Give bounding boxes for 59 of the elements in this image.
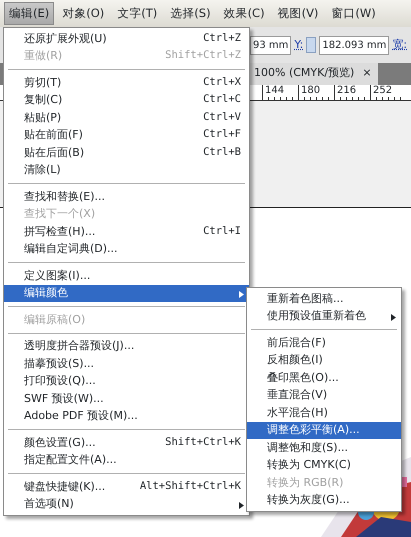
menu-item[interactable]: 编辑自定词典(D)...: [4, 240, 249, 258]
menu-item[interactable]: 还原扩展外观(U) Ctrl+Z: [4, 30, 249, 48]
menu-item[interactable]: 打印预设(Q)...: [4, 372, 249, 390]
shortcut-text: Ctrl+Z: [203, 30, 241, 46]
menu-bar-item[interactable]: 对象(O): [57, 2, 110, 25]
menu-item[interactable]: 水平混合(H): [247, 404, 401, 422]
menu-item[interactable]: 清除(L): [4, 162, 249, 179]
menu-bar-item[interactable]: 选择(S): [165, 2, 216, 25]
shortcut-text: Ctrl+I: [203, 224, 241, 239]
menu-item[interactable]: 转换为灰度(G)...: [247, 492, 401, 509]
menu-item[interactable]: 重新着色图稿...: [247, 290, 401, 308]
menu-bar-item[interactable]: 视图(V): [272, 2, 324, 25]
menu-item[interactable]: 查找和替换(E)...: [4, 188, 249, 206]
menu-item[interactable]: 颜色设置(G)... Shift+Ctrl+K: [4, 434, 249, 452]
menu-item[interactable]: 调整饱和度(S)...: [247, 439, 401, 456]
shortcut-text: Ctrl+F: [203, 127, 241, 142]
menu-item[interactable]: 贴在后面(B) Ctrl+B: [4, 144, 249, 162]
spinner-icon[interactable]: [306, 37, 316, 53]
menu-bar-item[interactable]: 窗口(W): [326, 2, 381, 25]
menu-item[interactable]: 粘贴(P) Ctrl+V: [4, 109, 249, 126]
menu-bar-item[interactable]: 文字(T): [112, 2, 162, 25]
document-tab[interactable]: 100% (CMYK/预览) ×: [248, 63, 378, 85]
menu-item[interactable]: 垂直混合(V): [247, 386, 401, 404]
menu-item[interactable]: 编辑颜色: [4, 284, 249, 302]
menu-item[interactable]: SWF 预设(W)...: [4, 390, 249, 408]
shortcut-text: Ctrl+V: [203, 110, 241, 125]
menu-item[interactable]: 叠印黑色(O)...: [247, 369, 401, 386]
menu-item[interactable]: 复制(C) Ctrl+C: [4, 92, 249, 109]
menu-item[interactable]: 指定配置文件(A)...: [4, 452, 249, 469]
shortcut-text: Shift+Ctrl+K: [165, 434, 241, 450]
shortcut-text: Alt+Shift+Ctrl+K: [140, 478, 241, 494]
menu-item[interactable]: 反相颜色(I): [247, 352, 401, 369]
y-field[interactable]: 182.093 mm: [319, 36, 390, 54]
shortcut-text: Ctrl+B: [203, 144, 241, 160]
submenu-arrow-icon: [391, 314, 396, 320]
menu-item[interactable]: 首选项(N): [4, 496, 249, 513]
menu-item[interactable]: 拼写检查(H)... Ctrl+I: [4, 223, 249, 240]
menu-bar-item[interactable]: 编辑(E): [4, 2, 54, 25]
menu-item[interactable]: 贴在前面(F) Ctrl+F: [4, 126, 249, 144]
width-label: 宽:: [392, 36, 408, 53]
menu-item[interactable]: 转换为 CMYK(C): [247, 456, 401, 474]
menu-item[interactable]: 透明度拼合器预设(J)...: [4, 338, 249, 355]
shortcut-text: Ctrl+C: [203, 92, 241, 108]
shortcut-text: Shift+Ctrl+Z: [165, 48, 241, 64]
x-field[interactable]: 93 mm: [250, 36, 292, 54]
menu-item[interactable]: 使用预设值重新着色: [247, 308, 401, 325]
shortcut-text: Ctrl+X: [203, 74, 241, 90]
y-label: Y:: [294, 36, 304, 53]
submenu-arrow-icon: [239, 502, 244, 508]
menu-item[interactable]: 键盘快捷键(K)... Alt+Shift+Ctrl+K: [4, 478, 249, 496]
close-button[interactable]: ×: [362, 65, 372, 83]
submenu-arrow-icon: [239, 290, 244, 298]
menu-item[interactable]: 前后混合(F): [247, 334, 401, 352]
menu-item[interactable]: 描摹预设(S)...: [4, 355, 249, 372]
menu-item[interactable]: Adobe PDF 预设(M)...: [4, 408, 249, 425]
menu-bar-item[interactable]: 效果(C): [218, 2, 270, 25]
menu-item[interactable]: 调整色彩平衡(A)...: [247, 422, 401, 439]
menu-item[interactable]: 剪切(T) Ctrl+X: [4, 74, 249, 92]
menu-item[interactable]: 定义图案(I)...: [4, 267, 249, 284]
